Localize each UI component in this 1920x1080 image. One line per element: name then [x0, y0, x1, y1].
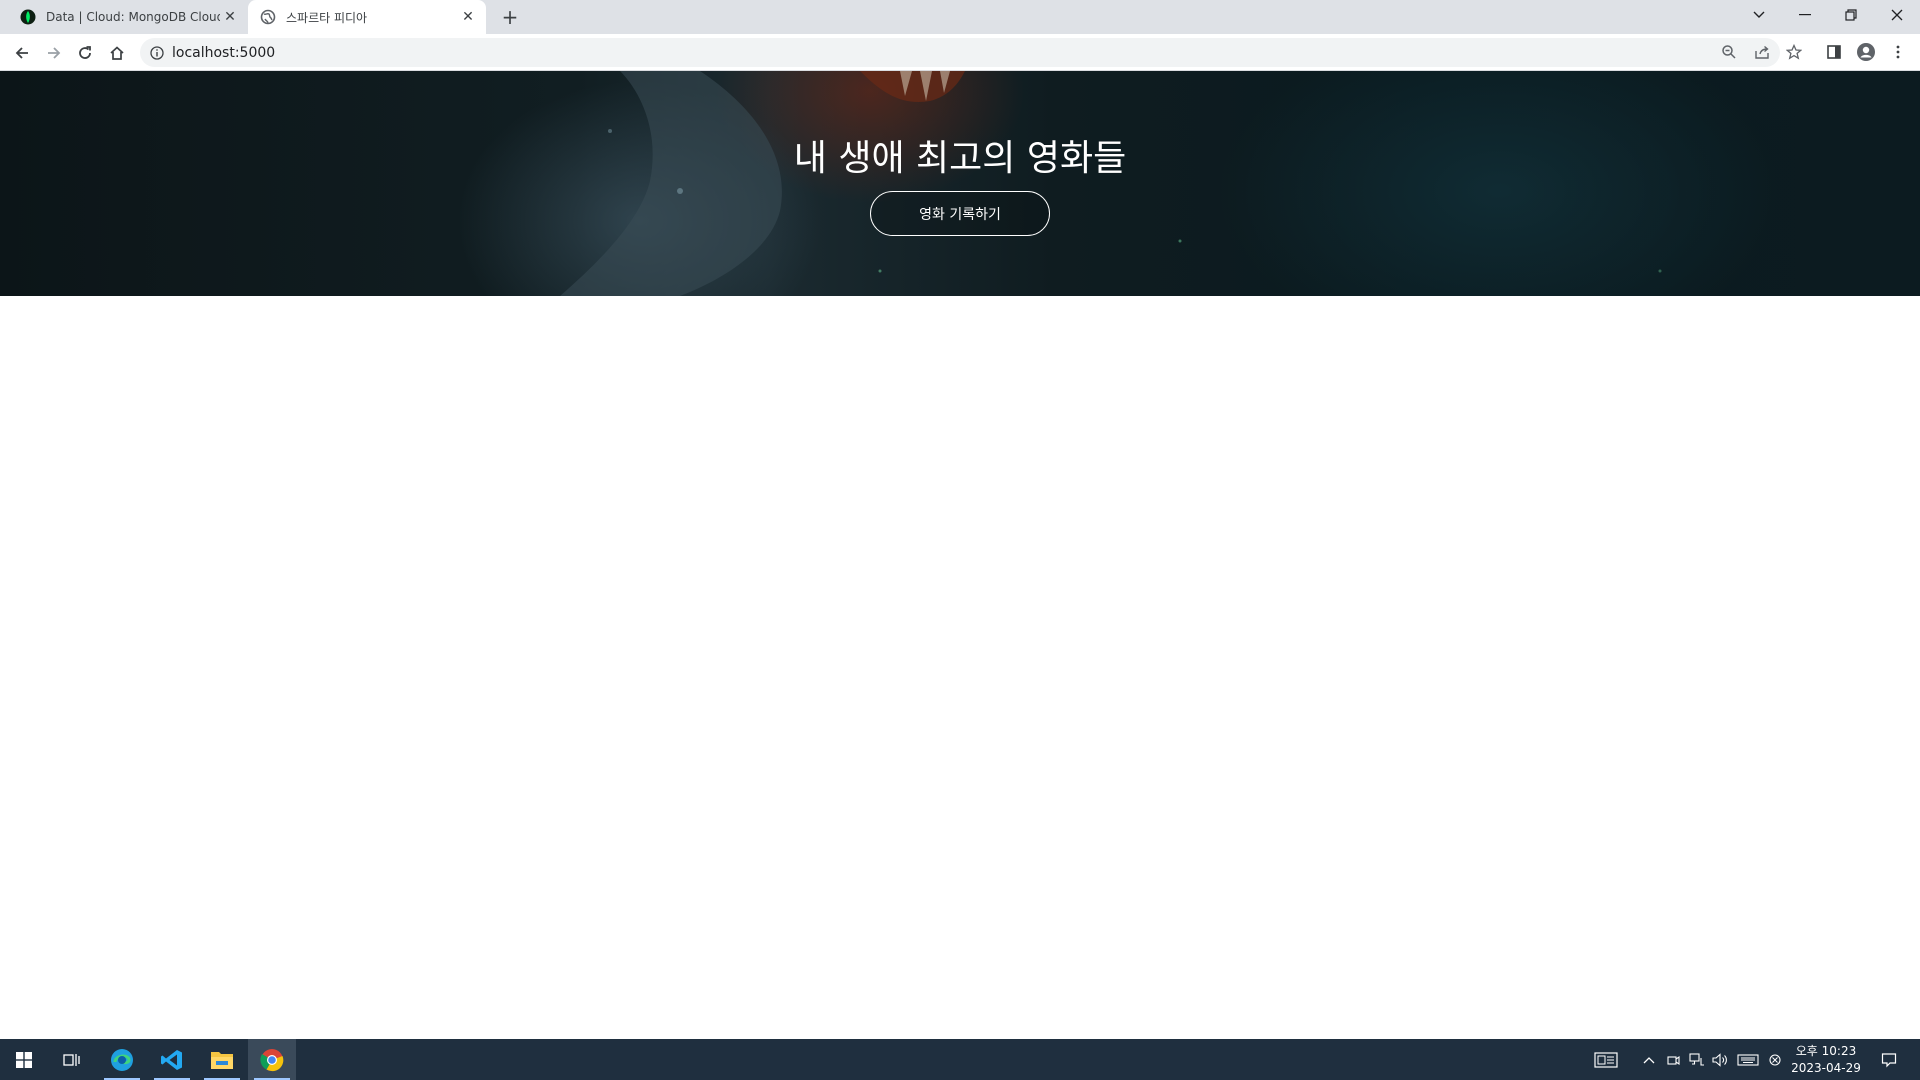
hero-background-image	[560, 71, 1662, 296]
file-explorer-icon[interactable]	[198, 1039, 246, 1080]
browser-toolbar: localhost:5000	[0, 34, 1920, 71]
address-bar[interactable]: localhost:5000	[140, 38, 1780, 67]
tab-title: Data | Cloud: MongoDB Cloud	[46, 10, 220, 24]
share-icon[interactable]	[1750, 40, 1774, 64]
task-view-icon[interactable]	[48, 1039, 96, 1080]
chrome-icon[interactable]	[248, 1039, 296, 1080]
meet-now-icon[interactable]	[1662, 1039, 1684, 1080]
taskbar: 오후 10:23 2023-04-29	[0, 1039, 1920, 1080]
forward-button[interactable]	[40, 39, 68, 67]
zoom-icon[interactable]	[1717, 40, 1741, 64]
tab-spartapedia[interactable]: 스파르타 피디아 ✕	[248, 0, 486, 34]
new-tab-button[interactable]: +	[498, 5, 522, 29]
bookmark-star-icon[interactable]	[1782, 40, 1806, 64]
tab-search-icon[interactable]	[1736, 0, 1782, 30]
back-button[interactable]	[8, 39, 36, 67]
reload-button[interactable]	[71, 39, 99, 67]
record-movie-button[interactable]: 영화 기록하기	[870, 191, 1050, 236]
system-clock[interactable]: 오후 10:23 2023-04-29	[1786, 1043, 1866, 1077]
home-button[interactable]	[103, 39, 131, 67]
close-window-button[interactable]	[1874, 0, 1920, 30]
input-method-icon[interactable]	[1765, 1039, 1785, 1080]
tab-title: 스파르타 피디아	[286, 10, 368, 25]
close-tab-icon[interactable]: ✕	[458, 7, 478, 27]
close-tab-icon[interactable]: ✕	[220, 7, 240, 27]
globe-icon	[260, 9, 276, 25]
notification-center-icon[interactable]	[1874, 1039, 1904, 1080]
chevron-up-icon[interactable]	[1638, 1039, 1660, 1080]
hero-title: 내 생애 최고의 영화들	[793, 138, 1127, 179]
web-page: 내 생애 최고의 영화들 영화 기록하기	[0, 71, 1920, 1039]
network-icon[interactable]	[1686, 1039, 1708, 1080]
edge-icon[interactable]	[98, 1039, 146, 1080]
tab-strip: Data | Cloud: MongoDB Cloud ✕ 스파르타 피디아 ✕…	[0, 0, 1920, 34]
hero-banner: 내 생애 최고의 영화들 영화 기록하기	[0, 71, 1920, 296]
vscode-icon[interactable]	[148, 1039, 196, 1080]
restore-button[interactable]	[1828, 0, 1874, 30]
news-widget-icon[interactable]	[1590, 1039, 1622, 1080]
windows-start-icon[interactable]	[0, 1039, 48, 1080]
side-panel-icon[interactable]	[1822, 40, 1846, 64]
minimize-button[interactable]	[1782, 0, 1828, 30]
more-menu-icon[interactable]	[1886, 40, 1910, 64]
clock-date: 2023-04-29	[1791, 1061, 1861, 1075]
site-info-icon[interactable]	[150, 45, 164, 60]
mongodb-leaf-icon	[20, 9, 36, 25]
tab-mongodb[interactable]: Data | Cloud: MongoDB Cloud ✕	[8, 0, 248, 34]
clock-time: 오후 10:23	[1795, 1044, 1857, 1058]
url-text: localhost:5000	[172, 44, 276, 61]
profile-avatar-icon[interactable]	[1854, 40, 1878, 64]
volume-icon[interactable]	[1709, 1039, 1731, 1080]
keyboard-icon[interactable]	[1734, 1039, 1762, 1080]
